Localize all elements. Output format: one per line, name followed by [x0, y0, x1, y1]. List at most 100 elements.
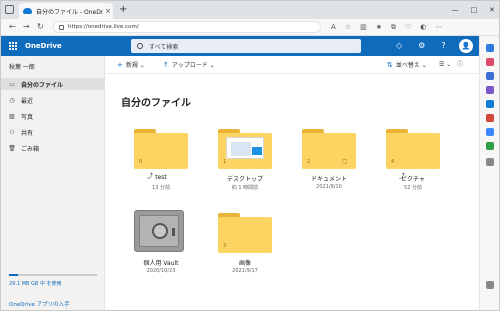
maximize-button[interactable]: □ — [471, 3, 478, 17]
new-button[interactable]: + 新規 ⌄ — [117, 60, 145, 71]
sidebar-item-shared[interactable]: ⚇ 共有 — [1, 126, 105, 138]
vault-tile[interactable]: 個人用 Vault 2020/10/23 — [129, 210, 193, 285]
tab-close-button[interactable]: × — [103, 7, 113, 15]
tile-name: 個人用 Vault — [143, 260, 179, 267]
sidebar-item-recent[interactable]: ◷ 最近 — [1, 94, 105, 106]
sort-icon: ⇅ — [387, 61, 393, 69]
trash-icon: 🗑 — [8, 144, 16, 152]
back-icon[interactable]: ← — [9, 21, 16, 33]
forward-icon[interactable]: → — [23, 21, 30, 33]
close-window-button[interactable]: ✕ — [489, 3, 495, 17]
tab-strip: 自分のファイル - OneDrive × + — □ ✕ — [1, 1, 499, 19]
browser-window: 自分のファイル - OneDrive × + — □ ✕ ← → ↻ https… — [0, 0, 500, 311]
upload-button[interactable]: ↑ アップロード ⌄ — [163, 60, 215, 71]
collections-icon[interactable]: ⧉ — [391, 21, 396, 33]
command-bar: + 新規 ⌄ ↑ アップロード ⌄ ⇅ 並べ替え ⌄ ☰ ⌄ ⓘ — [105, 56, 479, 74]
folder-tile-pictures[interactable]: 4 ⤴ ピクチャ 52 分前 — [381, 129, 445, 201]
folder-icon: ▭ — [9, 80, 15, 88]
tools-icon[interactable] — [486, 72, 494, 80]
extensions-icon[interactable]: ♡ — [405, 21, 411, 33]
new-tab-button[interactable]: + — [119, 3, 127, 17]
sidebar-item-photos[interactable]: ▨ 写真 — [1, 110, 105, 122]
shopping-icon[interactable] — [486, 58, 494, 66]
tile-modified: 2021/9/17 — [232, 268, 258, 274]
tile-name: ドキュメント — [310, 176, 347, 183]
sidebar-item-my-files[interactable]: ▭ 自分のファイル — [1, 78, 105, 90]
onedrive-header: OneDrive すべて検索 ◇ ⚙ ? 👤 — [1, 36, 479, 56]
folder-tile-test[interactable]: 0 ⤴ test 13 分前 — [129, 129, 193, 201]
tab-onedrive[interactable]: 自分のファイル - OneDrive × — [19, 3, 113, 19]
desktop-preview-image — [226, 137, 264, 159]
tile-modified: 約 1 時間前 — [231, 185, 259, 191]
browser-toolbar-icons: A ☆ ▥ ★ ⧉ ♡ ◐ ⋯ — [331, 21, 442, 33]
copilot-icon[interactable]: ◐ — [420, 21, 426, 33]
get-app-link[interactable]: OneDrive アプリの入手 — [9, 300, 70, 308]
games-icon[interactable] — [486, 86, 494, 94]
app-launcher-icon[interactable] — [9, 42, 17, 50]
folder-icon: 0 — [134, 129, 188, 169]
more-icon[interactable]: ⋯ — [435, 21, 442, 33]
folder-icon: 4 — [386, 129, 440, 169]
item-count: 2 — [307, 159, 311, 165]
search-input[interactable]: すべて検索 — [131, 39, 361, 53]
info-icon[interactable]: ⓘ — [457, 60, 463, 70]
folder-tile-documents[interactable]: 2 ▢ ドキュメント 2021/8/10 — [297, 129, 361, 201]
tab-actions-icon[interactable] — [5, 5, 14, 14]
office-icon[interactable] — [486, 100, 494, 108]
folder-icon: 3 — [218, 213, 272, 253]
header-icons: ◇ ⚙ ? — [396, 40, 446, 52]
search-icon — [137, 43, 143, 49]
folder-icon: 1 — [218, 129, 272, 169]
sidebar-item-recycle-bin[interactable]: 🗑 ごみ箱 — [1, 142, 105, 154]
upload-arrow-icon: ↑ — [163, 61, 169, 69]
avatar[interactable]: 👤 — [459, 39, 473, 53]
sort-label: 並べ替え — [395, 62, 420, 69]
sidebar-item-label: ごみ箱 — [21, 145, 40, 153]
tile-name: デスクトップ — [226, 176, 263, 183]
help-icon[interactable]: ? — [441, 40, 445, 52]
storage-text[interactable]: 29.1 MB GB 中 を使用 — [9, 280, 62, 287]
photo-icon: ▨ — [9, 112, 15, 120]
storage-bar — [9, 274, 97, 276]
add-panel-icon[interactable] — [486, 158, 494, 166]
premium-diamond-icon[interactable]: ◇ — [396, 40, 402, 52]
sort-button[interactable]: ⇅ 並べ替え ⌄ — [387, 60, 427, 71]
drop-icon[interactable] — [486, 128, 494, 136]
outlook-icon[interactable] — [486, 114, 494, 122]
document-badge-icon: ▢ — [342, 158, 348, 165]
tile-modified: 2020/10/23 — [146, 268, 176, 274]
url-text: https://onedrive.live.com/ — [68, 24, 139, 30]
address-bar: ← → ↻ https://onedrive.live.com/ A ☆ ▥ ★… — [1, 19, 499, 36]
favorite-star-icon[interactable]: ☆ — [345, 21, 351, 33]
tile-name: 画像 — [238, 260, 251, 267]
clock-icon: ◷ — [9, 96, 15, 104]
url-field[interactable]: https://onedrive.live.com/ — [53, 21, 321, 33]
app-title[interactable]: OneDrive — [25, 40, 62, 52]
folder-icon: 2 ▢ — [302, 129, 356, 169]
settings-gear-icon[interactable]: ⚙ — [418, 40, 425, 52]
user-name: 秋葉 一郎 — [9, 64, 35, 71]
tile-modified: 2021/8/10 — [316, 184, 342, 190]
minimize-button[interactable]: — — [452, 3, 459, 17]
tree-icon[interactable] — [486, 142, 494, 150]
refresh-icon[interactable]: ↻ — [37, 21, 44, 33]
sidebar-item-label: 自分のファイル — [21, 81, 64, 89]
split-screen-icon[interactable]: ▥ — [360, 21, 367, 33]
sidebar-item-label: 共有 — [21, 129, 34, 137]
tile-name: test — [155, 174, 167, 181]
folder-tile-images[interactable]: 3 画像 2021/9/17 — [213, 213, 277, 285]
plus-icon: + — [117, 61, 123, 69]
vault-safe-icon — [134, 210, 184, 252]
search-panel-icon[interactable] — [486, 44, 494, 52]
item-count: 4 — [391, 159, 395, 165]
panel-settings-icon[interactable] — [486, 281, 494, 289]
read-aloud-icon[interactable]: A — [331, 21, 336, 33]
browser-side-panel — [479, 36, 499, 310]
sidebar-item-label: 写真 — [21, 113, 34, 121]
view-toggle-icon[interactable]: ☰ ⌄ — [439, 60, 451, 70]
folder-tile-desktop[interactable]: 1 デスクトップ 約 1 時間前 — [213, 129, 277, 201]
new-label: 新規 — [125, 62, 138, 69]
search-placeholder: すべて検索 — [149, 43, 179, 51]
favorites-icon[interactable]: ★ — [376, 21, 382, 33]
page-title: 自分のファイル — [121, 98, 191, 109]
